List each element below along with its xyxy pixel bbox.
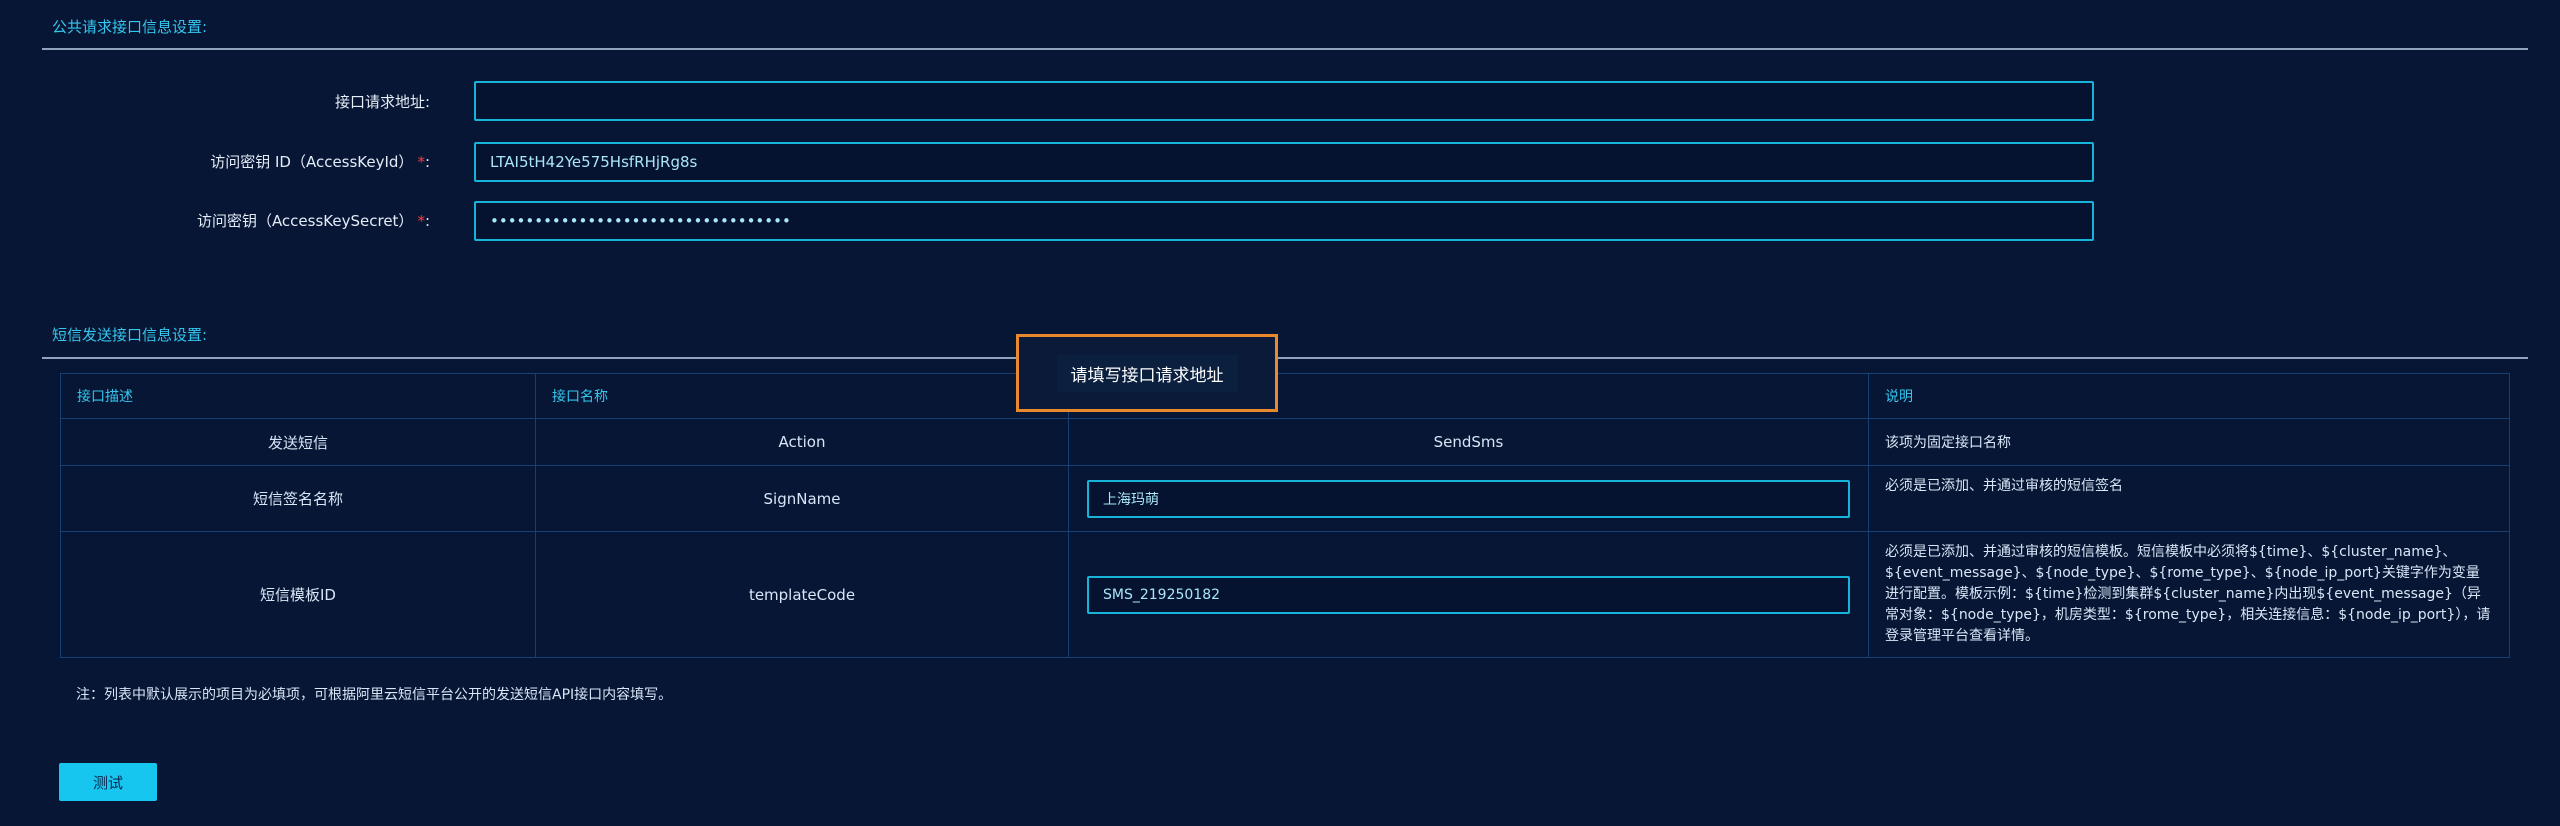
label-colon: : bbox=[424, 212, 430, 230]
table-row: 短信签名名称 SignName 必须是已添加、并通过审核的短信签名 bbox=[60, 465, 2510, 532]
template-code-input[interactable] bbox=[1087, 575, 1850, 614]
access-key-id-input[interactable] bbox=[474, 142, 2094, 182]
table-footnote: 注：列表中默认展示的项目为必填项，可根据阿里云短信平台公开的发送短信API接口内… bbox=[76, 687, 673, 703]
row-desc: 发送短信 bbox=[60, 418, 536, 466]
table-header-row: 接口描述 接口名称 参 说明 bbox=[60, 373, 2510, 419]
sms-section-title: 短信发送接口信息设置: bbox=[52, 326, 208, 344]
row-param-cell bbox=[1068, 531, 1869, 658]
row-param: SendSms bbox=[1068, 418, 1869, 466]
access-key-secret-input[interactable] bbox=[474, 201, 2094, 241]
access-key-id-label-text: 访问密钥 ID（AccessKeyId） bbox=[210, 153, 414, 171]
row-desc: 短信签名名称 bbox=[60, 465, 536, 532]
tooltip-text: 请填写接口请求地址 bbox=[1056, 354, 1238, 392]
api-url-label-text: 接口请求地址: bbox=[334, 93, 430, 111]
label-colon: : bbox=[424, 153, 430, 171]
api-url-input[interactable] bbox=[474, 81, 2094, 121]
access-key-secret-label-text: 访问密钥（AccessKeySecret） bbox=[196, 212, 414, 230]
column-header: 说明 bbox=[1868, 373, 2510, 419]
access-key-secret-label: 访问密钥（AccessKeySecret） *: bbox=[40, 210, 430, 231]
row-param-cell bbox=[1068, 465, 1869, 532]
table-row: 发送短信 Action SendSms 该项为固定接口名称 bbox=[60, 418, 2510, 466]
common-section-divider bbox=[42, 48, 2528, 50]
sms-settings-page: 公共请求接口信息设置: 接口请求地址: 访问密钥 ID（AccessKeyId）… bbox=[0, 0, 2560, 826]
required-mark: * bbox=[417, 153, 425, 171]
table-row: 短信模板ID templateCode 必须是已添加、并通过审核的短信模板。短信… bbox=[60, 531, 2510, 658]
common-section-title: 公共请求接口信息设置: bbox=[52, 18, 208, 36]
sms-section-divider bbox=[42, 357, 2528, 359]
sign-name-input[interactable] bbox=[1087, 479, 1850, 518]
access-key-id-label: 访问密钥 ID（AccessKeyId） *: bbox=[40, 151, 430, 172]
required-mark: * bbox=[417, 212, 425, 230]
api-url-label: 接口请求地址: bbox=[40, 91, 430, 112]
row-note: 该项为固定接口名称 bbox=[1868, 418, 2510, 466]
sms-params-table: 接口描述 接口名称 参 说明 发送短信 Action SendSms 该项为固定… bbox=[60, 373, 2510, 658]
column-header: 接口名称 bbox=[535, 373, 1069, 419]
row-name: templateCode bbox=[535, 531, 1069, 658]
row-desc: 短信模板ID bbox=[60, 531, 536, 658]
row-name: Action bbox=[535, 418, 1069, 466]
row-note: 必须是已添加、并通过审核的短信签名 bbox=[1868, 465, 2510, 532]
validation-tooltip: 请填写接口请求地址 bbox=[1016, 334, 1278, 412]
row-note: 必须是已添加、并通过审核的短信模板。短信模板中必须将${time}、${clus… bbox=[1868, 531, 2510, 658]
column-header: 接口描述 bbox=[60, 373, 536, 419]
row-name: SignName bbox=[535, 465, 1069, 532]
test-button[interactable]: 测试 bbox=[59, 763, 157, 801]
